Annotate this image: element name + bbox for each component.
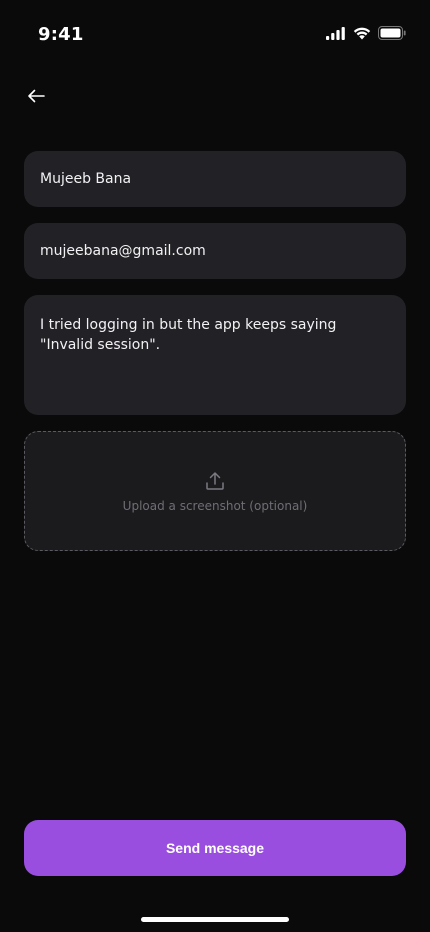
message-textarea[interactable]: I tried logging in but the app keeps say… xyxy=(24,295,406,415)
battery-icon xyxy=(378,26,406,40)
signal-icon xyxy=(326,26,345,40)
upload-screenshot-area[interactable]: Upload a screenshot (optional) xyxy=(24,431,406,551)
upload-icon xyxy=(206,472,224,490)
status-time: 9:41 xyxy=(38,24,84,45)
email-field[interactable]: mujeebana@gmail.com xyxy=(24,223,406,279)
name-field[interactable]: Mujeeb Bana xyxy=(24,151,406,207)
back-button[interactable] xyxy=(20,80,52,112)
arrow-left-icon xyxy=(28,89,45,103)
name-field-value: Mujeeb Bana xyxy=(40,171,132,187)
status-bar: 9:41 xyxy=(0,0,430,70)
status-icons xyxy=(326,26,406,40)
message-textarea-value: I tried logging in but the app keeps say… xyxy=(40,317,337,353)
upload-label: Upload a screenshot (optional) xyxy=(122,499,308,513)
send-message-button[interactable]: Send message xyxy=(24,820,406,876)
home-indicator xyxy=(141,917,289,922)
email-field-value: mujeebana@gmail.com xyxy=(40,243,206,259)
wifi-icon xyxy=(353,27,371,39)
